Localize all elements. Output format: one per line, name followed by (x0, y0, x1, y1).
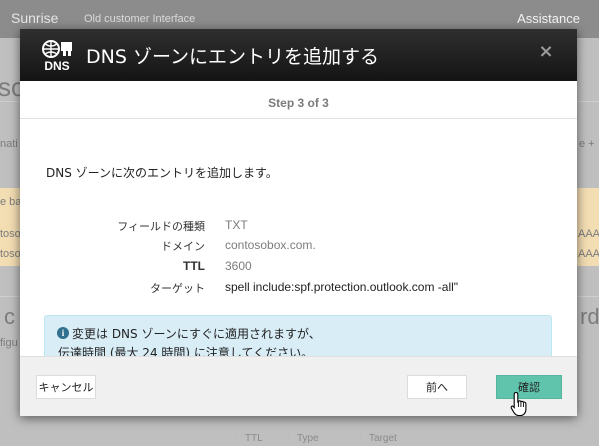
confirm-button[interactable]: 確認 (496, 375, 562, 399)
bg-text-fragment: toso (0, 228, 21, 240)
bg-table-header-type: Type (288, 429, 348, 446)
record-domain-value: contosobox.com. (225, 238, 316, 252)
hand-cursor-icon (510, 391, 527, 417)
bg-text-fragment: AAA (578, 248, 599, 260)
bg-table-header-target: Target (360, 429, 436, 446)
assistance-link[interactable]: Assistance (517, 11, 580, 26)
bg-table-header: TTL Type Target (236, 429, 436, 446)
record-domain-label: ドメイン (161, 240, 205, 253)
bg-text-fragment: e ba (0, 196, 22, 208)
dns-logo-icon: DNS (42, 40, 72, 72)
dialog-footer: キャンセル 前へ 確認 (20, 356, 577, 416)
step-indicator: Step 3 of 3 (268, 96, 329, 110)
info-icon: i (57, 327, 69, 339)
dialog-header: DNS DNS ゾーンにエントリを追加する × (20, 29, 577, 81)
close-button[interactable]: × (538, 43, 554, 61)
bg-text-fragment: e + (579, 138, 595, 150)
step-divider (20, 118, 577, 119)
bg-table-header-ttl: TTL (236, 429, 288, 446)
bg-text-fragment: nati (0, 138, 18, 150)
app-name: Sunrise (11, 10, 59, 26)
record-target-label: ターゲット (150, 282, 205, 295)
dialog-body: Step 3 of 3 DNS ゾーンに次のエントリを追加します。 フィールドの… (20, 81, 577, 371)
bg-heading-fragment: c (4, 304, 15, 329)
record-type-value: TXT (225, 218, 248, 232)
bg-heading-fragment: rd (580, 304, 599, 329)
record-ttl-label: TTL (183, 259, 205, 273)
bg-text-fragment: AAA (578, 228, 599, 240)
record-type-label: フィールドの種類 (117, 220, 205, 233)
cancel-button[interactable]: キャンセル (36, 375, 96, 399)
bg-text-fragment: figu (0, 337, 18, 349)
record-ttl-value: 3600 (225, 259, 252, 273)
record-target-value: spell include:spf.protection.outlook.com… (225, 280, 459, 294)
bg-text-fragment: toso (0, 248, 21, 260)
add-dns-entry-dialog: DNS DNS ゾーンにエントリを追加する × Step 3 of 3 DNS … (20, 29, 577, 416)
old-interface-link[interactable]: Old customer Interface (84, 13, 195, 25)
previous-button[interactable]: 前へ (407, 375, 467, 399)
intro-text: DNS ゾーンに次のエントリを追加します。 (46, 166, 278, 180)
dns-logo-text: DNS (44, 59, 69, 72)
info-text-line-1: 変更は DNS ゾーンにすぐに適用されますが、 (72, 327, 321, 341)
dialog-title: DNS ゾーンにエントリを追加する (86, 46, 379, 68)
